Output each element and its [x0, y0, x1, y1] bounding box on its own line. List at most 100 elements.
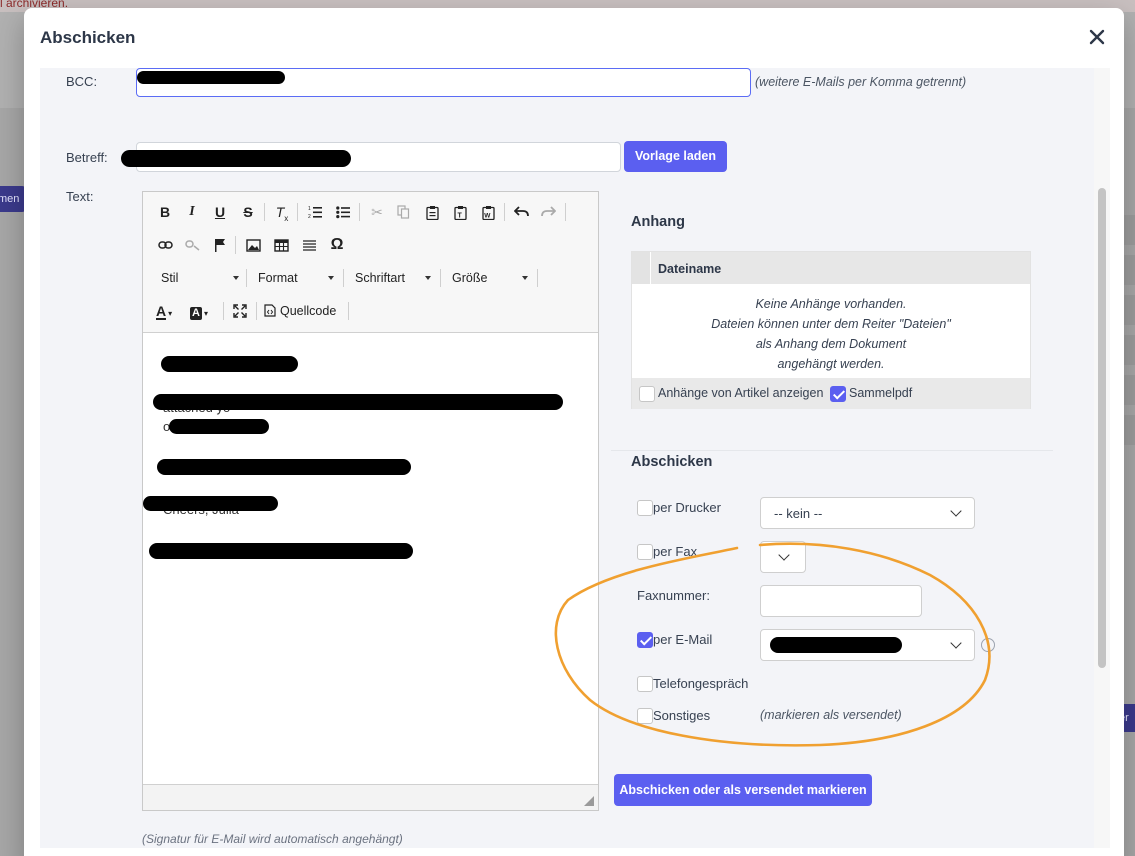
redacted-subject-value	[121, 150, 351, 167]
signature-note: (Signatur für E-Mail wird automatisch an…	[142, 832, 403, 846]
redacted-text-line	[157, 459, 411, 475]
printer-checkbox[interactable]	[637, 500, 653, 516]
editor-toolbar: B I U S Tx 12 ✂ T W Ω Stil Format Schrif…	[143, 192, 598, 333]
strikethrough-icon[interactable]: S	[237, 201, 259, 223]
fax-label: per Fax	[653, 544, 698, 559]
close-icon	[1089, 29, 1105, 45]
rich-text-editor: B I U S Tx 12 ✂ T W Ω Stil Format Schrif…	[142, 191, 599, 811]
load-template-button[interactable]: Vorlage laden	[624, 141, 727, 172]
omega-icon[interactable]: Ω	[326, 234, 348, 256]
fax-number-label: Faxnummer:	[637, 588, 710, 603]
printer-select-value: -- kein --	[774, 506, 823, 521]
empty-message-line: Keine Anhänge vorhanden.	[755, 297, 907, 311]
format-dropdown[interactable]: Format	[258, 267, 334, 289]
source-code-icon	[264, 304, 276, 317]
attachments-title: Anhang	[631, 214, 685, 230]
svg-text:1: 1	[308, 206, 311, 212]
link-icon[interactable]	[154, 234, 176, 256]
other-checkbox[interactable]	[637, 708, 653, 724]
other-label: Sonstiges	[653, 708, 711, 723]
svg-text:2: 2	[308, 214, 311, 219]
subject-input[interactable]	[121, 142, 621, 172]
fax-checkbox[interactable]	[637, 544, 653, 560]
editor-content[interactable]: attached yo o Cheers, Julia	[143, 333, 598, 783]
background-left-button: men	[0, 186, 26, 212]
source-code-button[interactable]: Quellcode	[264, 300, 344, 322]
table-icon[interactable]	[270, 234, 292, 256]
scrollbar-thumb[interactable]	[1098, 188, 1106, 668]
font-dropdown[interactable]: Schriftart	[355, 267, 431, 289]
chevron-down-icon	[950, 637, 962, 649]
redacted-text-line	[161, 356, 298, 372]
paste-icon[interactable]	[421, 201, 443, 223]
subject-label: Betreff:	[66, 150, 108, 165]
modal-scrollbar[interactable]	[1094, 68, 1110, 848]
fax-select[interactable]	[760, 541, 806, 573]
redo-icon[interactable]	[537, 201, 559, 223]
font-dropdown-label: Schriftart	[355, 271, 406, 285]
attachments-table: Dateiname Keine Anhänge vorhanden. Datei…	[631, 251, 1031, 409]
style-dropdown[interactable]: Stil	[161, 267, 239, 289]
size-dropdown-label: Größe	[452, 271, 488, 285]
style-dropdown-label: Stil	[161, 271, 179, 285]
email-template-select[interactable]	[760, 629, 975, 661]
numbered-list-icon[interactable]: 12	[304, 201, 326, 223]
info-icon[interactable]	[981, 638, 995, 652]
submit-send-button[interactable]: Abschicken oder als versendet markieren	[614, 774, 872, 806]
resize-grip-icon[interactable]	[584, 796, 594, 806]
copy-icon[interactable]	[392, 201, 414, 223]
unlink-icon[interactable]	[181, 234, 203, 256]
attachments-table-footer: Anhänge von Artikel anzeigen Sammelpdf	[632, 378, 1030, 409]
horizontal-line-icon[interactable]	[298, 234, 320, 256]
email-checkbox[interactable]	[637, 632, 653, 648]
paste-word-icon[interactable]: W	[477, 201, 499, 223]
svg-text:W: W	[484, 213, 491, 220]
undo-icon[interactable]	[510, 201, 532, 223]
bcc-input[interactable]	[136, 68, 751, 97]
attachments-table-header: Dateiname	[632, 252, 1030, 284]
clear-format-icon[interactable]: Tx	[271, 201, 293, 223]
size-dropdown[interactable]: Größe	[452, 267, 528, 289]
italic-icon[interactable]: I	[181, 201, 203, 223]
collective-pdf-checkbox[interactable]	[830, 386, 846, 402]
empty-message-line: Dateien können unter dem Reiter "Dateien…	[711, 317, 951, 331]
phone-call-checkbox[interactable]	[637, 676, 653, 692]
cut-icon[interactable]: ✂	[366, 201, 388, 223]
image-icon[interactable]	[242, 234, 264, 256]
text-color-icon[interactable]: A ▾	[156, 300, 184, 322]
printer-label: per Drucker	[653, 500, 721, 515]
fax-number-input[interactable]	[760, 585, 922, 617]
email-label: per E-Mail	[653, 632, 713, 647]
underline-icon[interactable]: U	[209, 201, 231, 223]
close-button[interactable]	[1086, 26, 1108, 48]
redacted-text-line	[169, 419, 269, 434]
svg-text:T: T	[457, 213, 462, 220]
send-section-title: Abschicken	[631, 454, 713, 470]
attachments-empty-message: Keine Anhänge vorhanden. Dateien können …	[632, 294, 1030, 374]
paste-text-icon[interactable]: T	[449, 201, 471, 223]
maximize-icon[interactable]	[229, 300, 251, 322]
redacted-bcc-value	[137, 71, 285, 84]
bold-icon[interactable]: B	[154, 201, 176, 223]
bcc-hint: (weitere E-Mails per Komma getrennt)	[755, 75, 967, 89]
modal-body: BCC: (weitere E-Mails per Komma getrennt…	[40, 68, 1109, 848]
empty-message-line: als Anhang dem Dokument	[755, 337, 907, 351]
show-article-attachments-checkbox[interactable]	[639, 386, 655, 402]
editor-statusbar	[143, 784, 598, 810]
anchor-flag-icon[interactable]	[209, 234, 231, 256]
filename-column-header: Dateiname	[658, 262, 722, 276]
background-color-icon[interactable]: A ▾	[190, 300, 218, 322]
redacted-email-select-value	[770, 637, 902, 653]
section-divider	[611, 450, 1053, 451]
collective-pdf-label: Sammelpdf	[849, 386, 913, 400]
chevron-down-icon	[950, 505, 962, 517]
redacted-text-line	[149, 543, 413, 559]
chevron-down-icon	[778, 549, 790, 561]
bullet-list-icon[interactable]	[332, 201, 354, 223]
text-label: Text:	[66, 189, 94, 204]
redacted-text-line	[153, 394, 563, 410]
printer-select[interactable]: -- kein --	[760, 497, 975, 529]
show-article-attachments-label: Anhänge von Artikel anzeigen	[658, 386, 824, 400]
redacted-text-line	[143, 496, 278, 511]
format-dropdown-label: Format	[258, 271, 298, 285]
